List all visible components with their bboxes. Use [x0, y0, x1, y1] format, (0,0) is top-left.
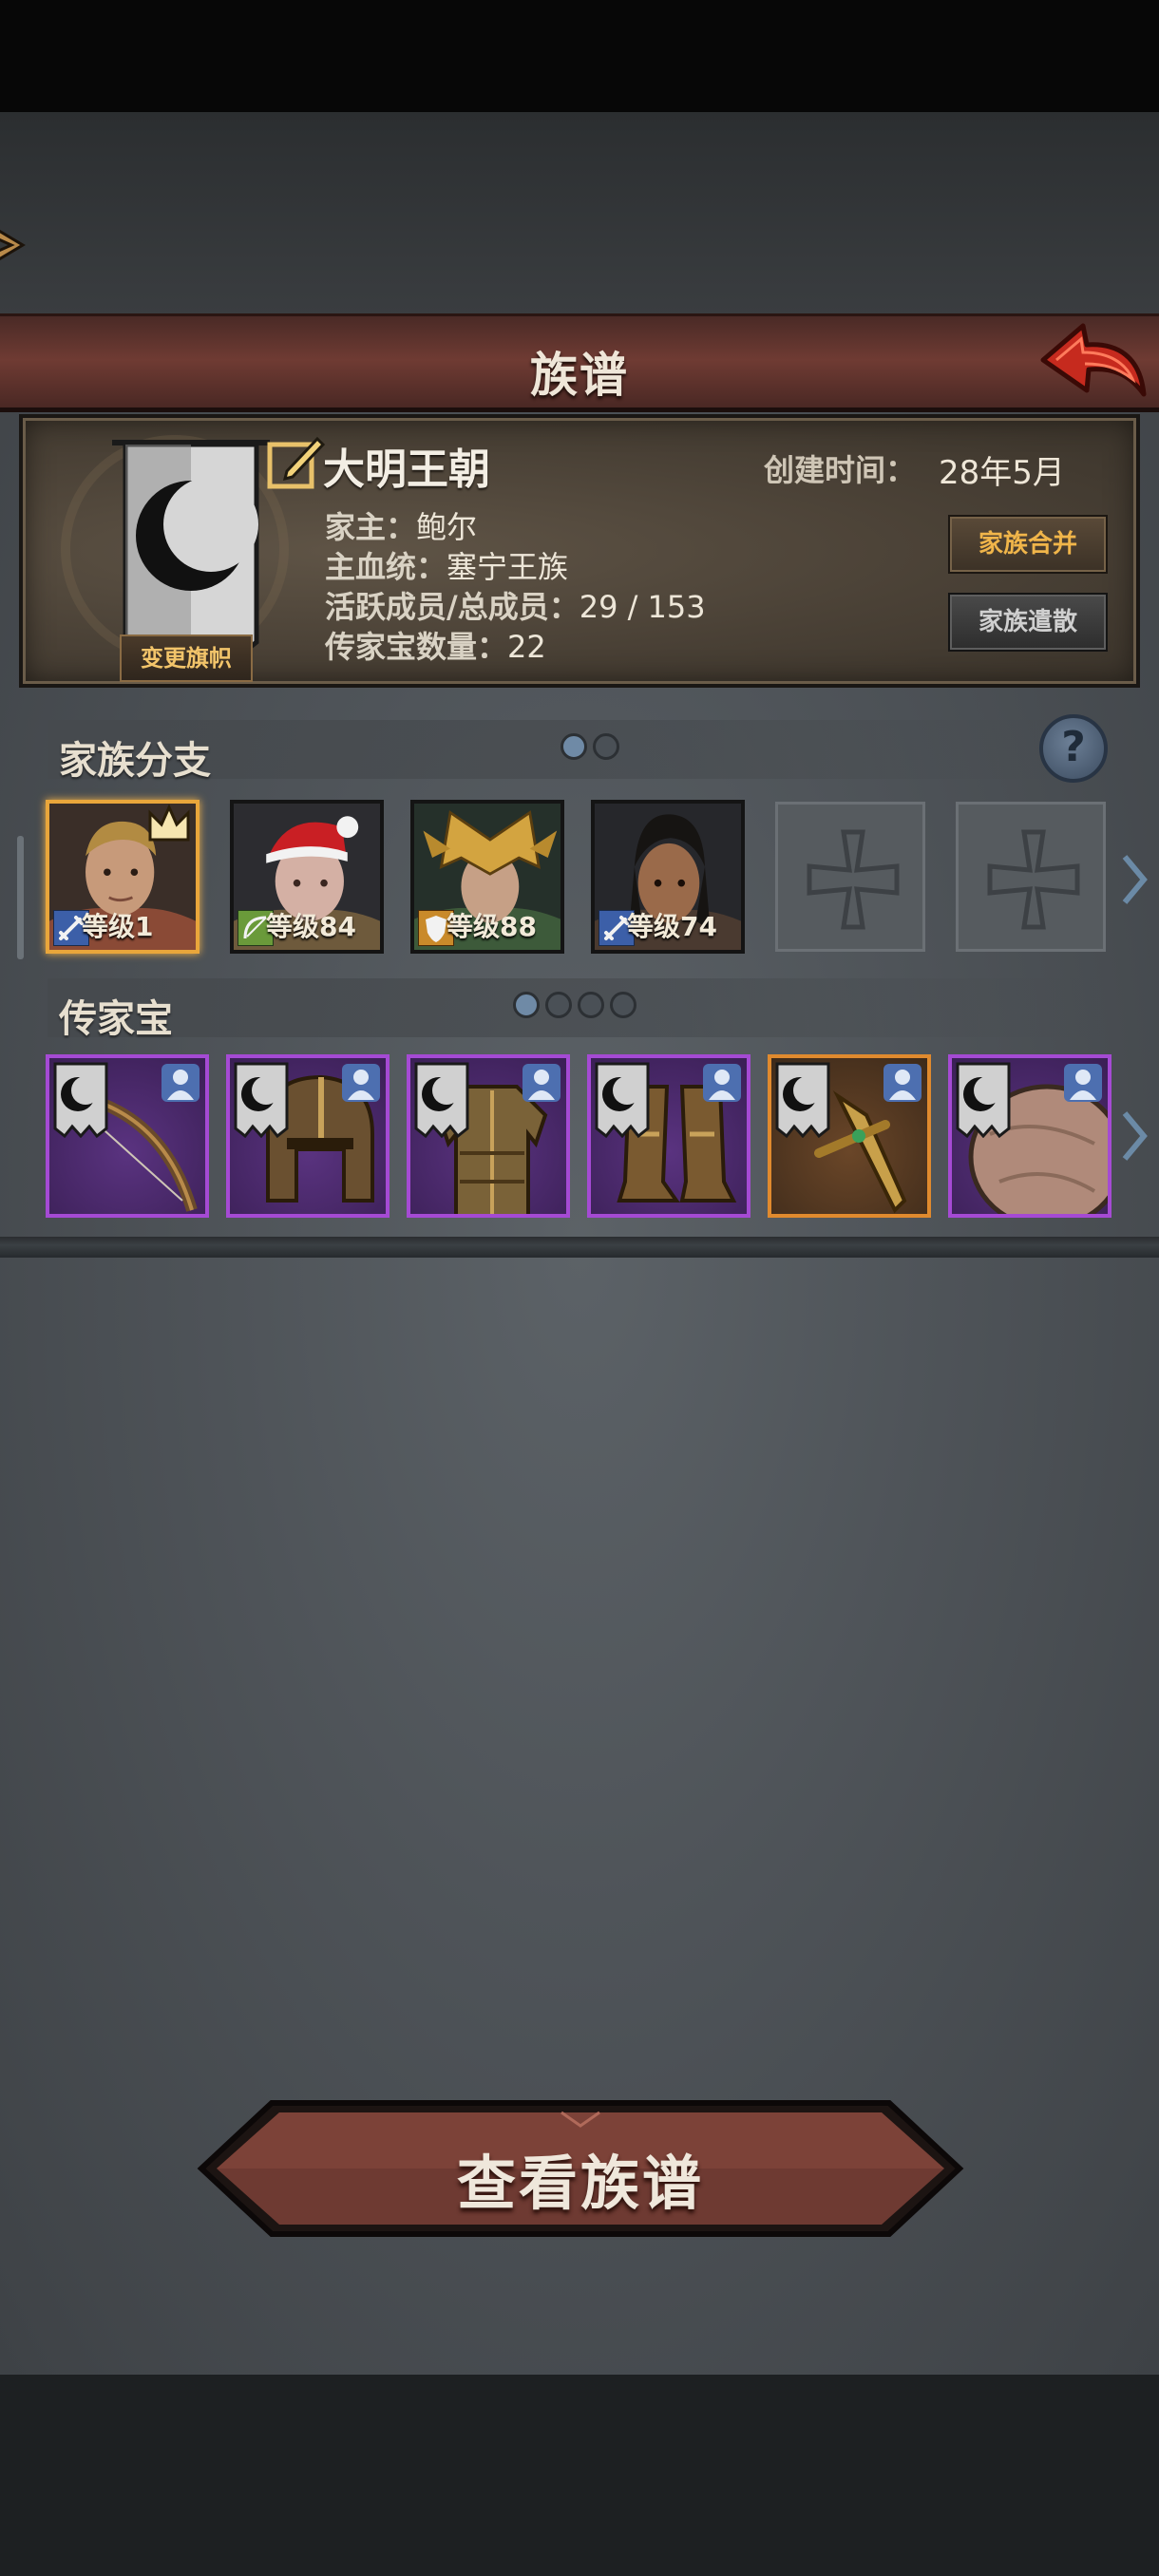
created-value: 28年5月 — [939, 454, 1065, 492]
family-name: 大明王朝 — [323, 445, 490, 494]
member-slot[interactable]: 等级84 — [230, 800, 384, 954]
family-banner-icon[interactable] — [108, 437, 274, 665]
branches-title: 家族分支 — [59, 739, 211, 783]
help-button[interactable]: ? — [1039, 714, 1108, 783]
back-arrow-icon[interactable] — [1036, 318, 1150, 406]
page-dot[interactable] — [545, 992, 572, 1018]
person-icon — [522, 1064, 560, 1102]
page-dot[interactable] — [578, 992, 604, 1018]
member-level: 等级74 — [627, 911, 717, 942]
member-level: 等级84 — [266, 911, 356, 942]
family-flag-icon — [595, 1062, 650, 1138]
family-head-row: 家主：鲍尔 — [325, 503, 477, 547]
family-flag-icon — [414, 1062, 469, 1138]
created-label: 创建时间： — [764, 452, 917, 488]
family-dissolve-button[interactable]: 家族遣散 — [948, 593, 1108, 652]
background-top — [0, 112, 1159, 316]
heirloom-slot[interactable] — [46, 1054, 209, 1218]
member-level: 等级1 — [82, 911, 154, 942]
person-icon — [342, 1064, 380, 1102]
section-divider — [0, 1237, 1159, 1258]
member-slot[interactable]: 等级1 — [46, 800, 200, 954]
member-level: 等级88 — [446, 911, 537, 942]
change-flag-button[interactable]: 变更旗帜 — [120, 635, 253, 682]
cross-icon — [807, 829, 900, 930]
heirloom-slot[interactable] — [407, 1054, 570, 1218]
family-flag-icon — [53, 1062, 108, 1138]
status-bar — [0, 0, 1159, 112]
bloodline-row: 主血统：塞宁王族 — [325, 543, 568, 587]
members-value: 29 / 153 — [579, 589, 706, 625]
person-icon — [162, 1064, 200, 1102]
navigation-bar — [0, 2375, 1159, 2576]
members-label: 活跃成员/总成员： — [325, 589, 580, 625]
page-title: 族谱 — [530, 348, 629, 403]
bloodline-value: 塞宁王族 — [446, 549, 569, 585]
heirloom-slot[interactable] — [768, 1054, 931, 1218]
family-head-value: 鲍尔 — [416, 509, 478, 545]
person-icon — [703, 1064, 741, 1102]
heirloom-count-value: 22 — [507, 629, 546, 665]
heirloom-count-row: 传家宝数量：22 — [325, 623, 546, 667]
heirloom-slot[interactable] — [587, 1054, 750, 1218]
heirloom-slot[interactable] — [226, 1054, 390, 1218]
crown-icon — [148, 804, 190, 842]
page-dot[interactable] — [560, 733, 587, 760]
member-slot[interactable]: 等级88 — [410, 800, 564, 954]
empty-member-slot[interactable] — [775, 802, 925, 952]
heirlooms-pager[interactable] — [513, 992, 636, 1018]
family-flag-icon — [956, 1062, 1011, 1138]
edit-name-icon[interactable] — [264, 431, 327, 494]
chevron-right-icon[interactable] — [1121, 851, 1150, 908]
page-dot[interactable] — [610, 992, 636, 1018]
family-flag-icon — [234, 1062, 289, 1138]
family-flag-icon — [775, 1062, 830, 1138]
scroll-rail[interactable] — [17, 836, 24, 959]
heirloom-slot[interactable] — [948, 1054, 1112, 1218]
title-banner: 族谱 — [0, 313, 1159, 412]
family-merge-button[interactable]: 家族合并 — [948, 515, 1108, 574]
rotate-arrow-icon[interactable] — [0, 211, 44, 279]
page-dot[interactable] — [593, 733, 619, 760]
family-head-label: 家主： — [325, 509, 417, 545]
chevron-right-icon[interactable] — [1121, 1108, 1150, 1165]
page-dot[interactable] — [513, 992, 540, 1018]
bloodline-label: 主血统： — [325, 549, 447, 585]
person-icon — [1064, 1064, 1102, 1102]
heirloom-count-label: 传家宝数量： — [325, 629, 508, 665]
person-icon — [884, 1064, 922, 1102]
branches-pager[interactable] — [560, 733, 619, 760]
view-family-tree-label: 查看族谱 — [456, 2149, 704, 2218]
empty-member-slot[interactable] — [956, 802, 1106, 952]
heirlooms-title: 传家宝 — [59, 997, 173, 1041]
member-slot[interactable]: 等级74 — [591, 800, 745, 954]
cross-icon — [987, 829, 1080, 930]
members-row: 活跃成员/总成员：29 / 153 — [325, 583, 706, 627]
